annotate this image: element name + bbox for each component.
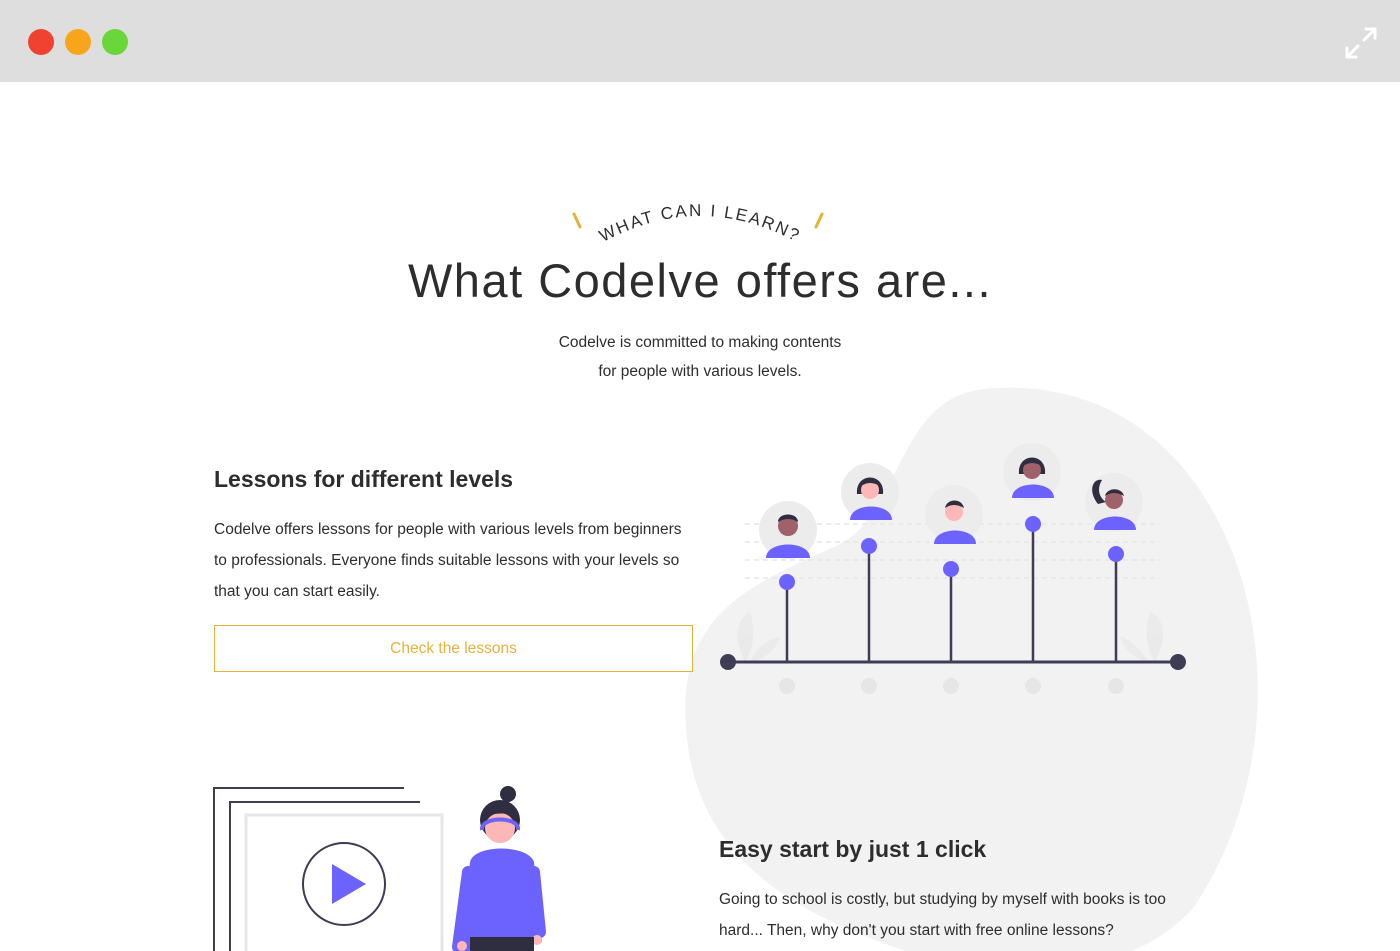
level-marker-1 [759,501,817,694]
baseline-end-left [720,654,736,670]
feature-title-easy-start: Easy start by just 1 click [719,836,987,862]
feature-body-levels: Codelve offers lessons for people with v… [214,521,682,600]
eyebrow-decoration: WHAT CAN I LEARN? [572,201,824,246]
level-marker-4 [1003,443,1061,694]
eyebrow-text: WHAT CAN I LEARN? [596,201,802,246]
expand-arrows-icon[interactable] [1344,26,1378,60]
section-title: What Codelve offers are... [407,254,993,307]
maximize-dot[interactable] [102,29,128,55]
minimize-dot[interactable] [65,29,91,55]
svg-text:WHAT CAN I LEARN?: WHAT CAN I LEARN? [596,201,804,246]
close-dot[interactable] [28,29,54,55]
plant-icon-right [1120,612,1164,662]
intro-line-1: Codelve is committed to making contents [558,334,842,351]
window-titlebar [0,0,1400,82]
page-content: WHAT CAN I LEARN? What Codelve offers ar… [0,82,1400,951]
check-lessons-button[interactable]: Check the lessons [214,625,693,672]
intro-line-2: for people with various levels. [598,363,802,380]
feature-title-levels: Lessons for different levels [214,466,514,492]
person-with-headphones [452,786,546,951]
video-player-person-illustration [213,786,546,951]
level-chart-people-illustration [720,443,1186,694]
section-intro: Codelve is committed to making contents … [0,328,1400,386]
feature-body-easy-start: Going to school is costly, but studying … [719,891,1166,939]
plant-icon-left [737,612,780,662]
baseline-end-right [1170,654,1186,670]
